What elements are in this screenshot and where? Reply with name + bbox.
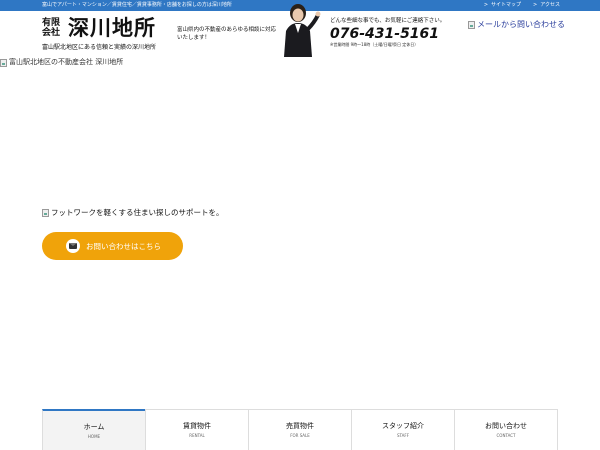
nav-item-staff[interactable]: スタッフ紹介 STAFF	[351, 410, 454, 450]
logo-subtitle: 富山駅北地区にある信頼と実績の深川地所	[42, 44, 157, 51]
header-description: 富山県内の不動産のあらゆる相談に対応いたします！	[177, 27, 277, 41]
main-nav: ホーム HOME 賃貸物件 RENTAL 売買物件 FOR SALE スタッフ紹…	[42, 409, 558, 450]
access-link[interactable]: > アクセス	[533, 1, 560, 10]
contact-note: どんな些細な事でも、お気軽にご連絡下さい。	[330, 18, 446, 24]
chevron-right-icon: >	[533, 2, 538, 8]
mail-contact-link[interactable]: メールから問い合わせる	[468, 20, 565, 30]
top-tagline: 富山でアパート・マンション／賃貸住宅／賃貸事務所・店舗をお探しの方は深川地所	[42, 2, 232, 8]
staff-photo	[284, 4, 321, 57]
contact-cta-button[interactable]: お問い合わせはこちら	[42, 232, 183, 260]
phone-number[interactable]: 076-431-5161	[330, 26, 460, 42]
broken-image-icon	[0, 58, 7, 67]
broken-image-icon	[468, 21, 475, 29]
hero-image: 富山駅北地区の不動産会社 深川地所	[0, 58, 123, 67]
hero-tagline-image: フットワークを軽くする住まい探しのサポートを。	[42, 208, 224, 218]
logo-company-type: 有限会社	[42, 18, 61, 38]
sitemap-link[interactable]: > サイトマップ	[484, 1, 521, 10]
nav-item-home[interactable]: ホーム HOME	[42, 409, 145, 450]
chevron-right-icon: >	[483, 2, 489, 8]
nav-item-contact[interactable]: お問い合わせ CONTACT	[454, 410, 558, 450]
contact-block: どんな些細な事でも、お気軽にご連絡下さい。 076-431-5161 ※営業時間…	[330, 18, 460, 48]
broken-image-icon	[42, 209, 49, 217]
logo-company-name: 深川地所	[68, 15, 156, 40]
nav-item-rental[interactable]: 賃貸物件 RENTAL	[145, 410, 248, 450]
mail-icon	[66, 239, 80, 253]
nav-item-for-sale[interactable]: 売買物件 FOR SALE	[248, 410, 351, 450]
business-hours: ※営業時間 9時〜18時（土曜/日曜/祭日 定休日）	[330, 42, 419, 47]
top-links: > サイトマップ > アクセス	[484, 1, 560, 10]
site-logo[interactable]: 有限会社 深川地所 富山駅北地区にある信頼と実績の深川地所	[42, 16, 172, 54]
